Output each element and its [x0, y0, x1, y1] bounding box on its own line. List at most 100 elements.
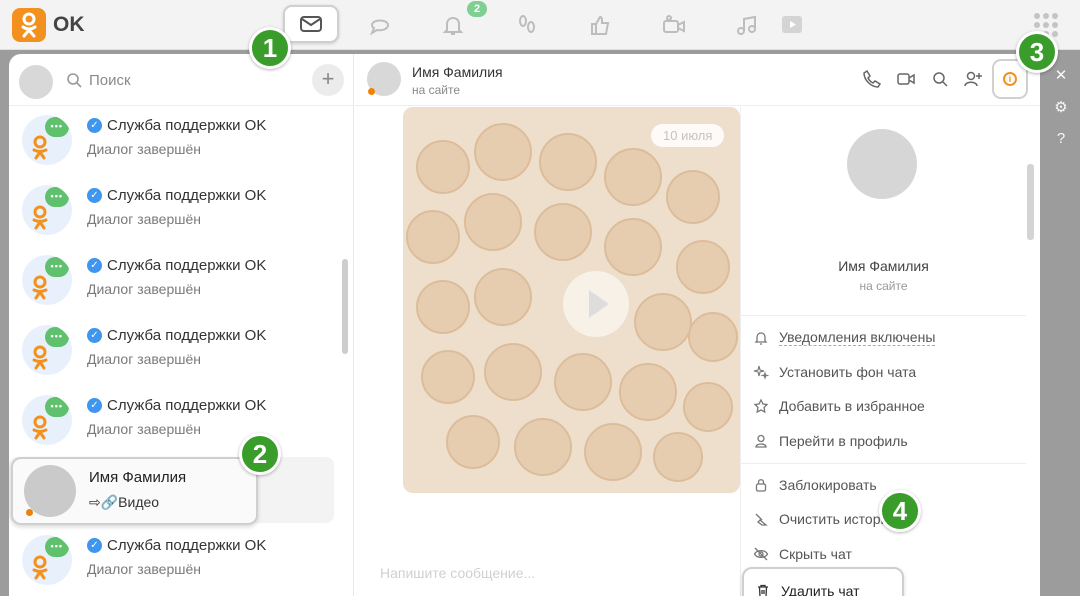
- video-call-icon[interactable]: [895, 68, 917, 90]
- hide-chat-item[interactable]: Скрыть чат: [753, 546, 852, 562]
- envelope-icon: [300, 16, 322, 32]
- chat-title: Имя Фамилия: [89, 469, 187, 486]
- chat-subtitle: Диалог завершён: [87, 561, 202, 577]
- chat-list-scrollbar[interactable]: [342, 259, 348, 354]
- chat-title: Служба поддержки OK: [107, 257, 267, 274]
- gear-icon[interactable]: ⚙: [1048, 98, 1074, 116]
- profile-name: Имя Фамилия: [838, 258, 929, 274]
- support-avatar: •••: [22, 115, 72, 165]
- video-message-thumbnail[interactable]: [403, 107, 740, 493]
- close-icon[interactable]: ✕: [1048, 66, 1074, 84]
- user-icon: [755, 434, 767, 448]
- chat-item[interactable]: ••• ✓ Служба поддержки OK Диалог завершён: [9, 317, 334, 383]
- my-avatar[interactable]: [19, 65, 53, 99]
- sparkles-icon: [753, 365, 769, 380]
- contact-status: на сайте: [412, 83, 461, 97]
- trash-icon: [758, 584, 768, 596]
- nav-messages-button[interactable]: [283, 5, 339, 43]
- nav-play-button[interactable]: [772, 9, 812, 41]
- profile-status: на сайте: [859, 279, 908, 293]
- footprints-icon: [519, 15, 535, 33]
- profile-avatar[interactable]: [847, 129, 917, 199]
- menu-label: Уведомления включены: [779, 329, 936, 346]
- chat-title: Служба поддержки OK: [107, 397, 267, 414]
- go-profile-item[interactable]: Перейти в профиль: [753, 433, 908, 449]
- bell-icon: [442, 16, 464, 35]
- block-item[interactable]: Заблокировать: [753, 477, 877, 493]
- add-favorites-item[interactable]: Добавить в избранное: [753, 398, 925, 414]
- notifications-badge: 2: [467, 1, 488, 17]
- nav-events-button[interactable]: [580, 9, 620, 41]
- chat-subtitle: Диалог завершён: [87, 421, 202, 437]
- chat-subtitle: Диалог завершён: [87, 211, 202, 227]
- nav-discussions-button[interactable]: [360, 9, 400, 41]
- side-tools: ✕ ⚙ ?: [1048, 66, 1074, 161]
- chat-messages-area: 10 июля Напишите сообщение...: [355, 107, 740, 596]
- delete-chat-button[interactable]: Удалить чат: [742, 567, 904, 596]
- step-marker-1: 1: [249, 27, 291, 69]
- support-avatar: •••: [22, 395, 72, 445]
- notifications-toggle[interactable]: Уведомления включены: [753, 329, 936, 346]
- chat-title: Служба поддержки OK: [107, 117, 267, 134]
- support-avatar: •••: [22, 255, 72, 305]
- nav-video-button[interactable]: [654, 9, 694, 41]
- chat-title: Служба поддержки OK: [107, 187, 267, 204]
- logo-text: OK: [53, 13, 85, 36]
- support-avatar: •••: [22, 185, 72, 235]
- search-input[interactable]: [89, 68, 289, 92]
- chat-item[interactable]: ••• ✓ Служба поддержки OK Диалог завершён: [9, 107, 334, 173]
- chat-item[interactable]: ••• ✓ Служба поддержки OK Диалог завершён: [9, 177, 334, 243]
- broom-icon: [755, 513, 768, 526]
- chat-title: Служба поддержки OK: [107, 327, 267, 344]
- chat-subtitle: Диалог завершён: [87, 351, 202, 367]
- search-icon[interactable]: [929, 68, 951, 90]
- verified-check-icon: ✓: [87, 398, 102, 413]
- chat-subtitle: Диалог завершён: [87, 141, 202, 157]
- message-input[interactable]: Напишите сообщение...: [380, 565, 535, 581]
- play-button[interactable]: [563, 271, 629, 337]
- info-icon: i: [1003, 72, 1017, 86]
- top-bar: OK 2: [0, 0, 1080, 50]
- menu-label: Удалить чат: [781, 583, 860, 596]
- video-camera-icon: [663, 15, 685, 33]
- verified-check-icon: ✓: [87, 188, 102, 203]
- chat-item[interactable]: ••• ✓ Служба поддержки OK Диалог завершён: [9, 527, 334, 593]
- menu-label: Заблокировать: [779, 477, 877, 493]
- nav-notifications-button[interactable]: [433, 9, 473, 41]
- search-row: +: [9, 54, 354, 106]
- step-marker-4: 4: [879, 490, 921, 532]
- phone-icon[interactable]: [861, 68, 883, 90]
- thumbs-up-icon: [591, 15, 610, 35]
- chat-item[interactable]: ••• ✓ Служба поддержки OK Диалог завершён: [9, 247, 334, 313]
- menu-label: Добавить в избранное: [779, 398, 925, 414]
- chat-list-sidebar: + ••• ✓ Служба поддержки OK Диалог заверш…: [9, 54, 354, 596]
- menu-label: Перейти в профиль: [779, 433, 908, 449]
- menu-label: Скрыть чат: [779, 546, 852, 562]
- active-chat-card[interactable]: Имя Фамилия ⇨🔗Видео: [11, 457, 258, 525]
- step-marker-3: 3: [1016, 31, 1058, 73]
- online-indicator: [26, 509, 33, 516]
- nav-guests-button[interactable]: [507, 9, 547, 41]
- verified-check-icon: ✓: [87, 538, 102, 553]
- info-panel-scrollbar[interactable]: [1027, 164, 1034, 240]
- clear-history-item[interactable]: Очистить историю: [753, 511, 899, 527]
- add-person-icon[interactable]: [962, 68, 984, 90]
- verified-check-icon: ✓: [87, 328, 102, 343]
- search-icon: [67, 73, 82, 88]
- contact-name[interactable]: Имя Фамилия: [412, 64, 503, 80]
- music-note-icon: [737, 15, 756, 35]
- nav-music-button[interactable]: [726, 9, 766, 41]
- help-icon[interactable]: ?: [1048, 130, 1074, 147]
- date-separator: 10 июля: [651, 124, 725, 147]
- chat-header: Имя Фамилия на сайте i: [355, 54, 1040, 106]
- new-chat-button[interactable]: +: [312, 64, 344, 96]
- chat-item[interactable]: ••• ✓ Служба поддержки OK Диалог завершён: [9, 387, 334, 453]
- chat-bubbles-icon: [369, 19, 390, 36]
- verified-check-icon: ✓: [87, 258, 102, 273]
- verified-check-icon: ✓: [87, 118, 102, 133]
- lock-icon: [755, 479, 767, 492]
- set-background-item[interactable]: Установить фон чата: [753, 364, 916, 380]
- play-square-icon: [782, 16, 802, 33]
- ok-logo[interactable]: OK: [12, 8, 85, 42]
- support-avatar: •••: [22, 535, 72, 585]
